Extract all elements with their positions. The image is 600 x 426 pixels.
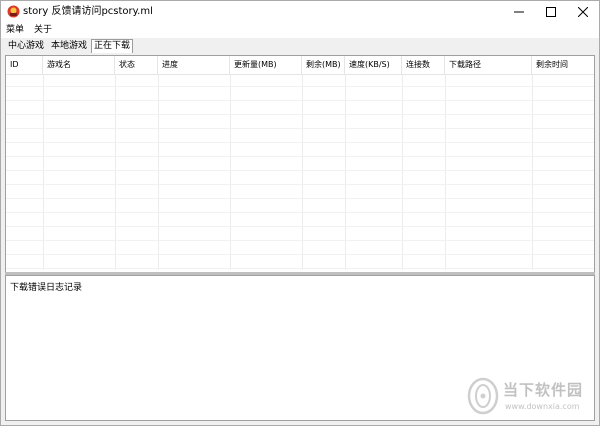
grid-row-divider	[6, 170, 594, 171]
watermark-text: 当下软件园	[503, 381, 584, 399]
minimize-button[interactable]	[503, 1, 535, 23]
grid-row-divider	[6, 86, 594, 87]
column-header-progress[interactable]: 进度	[158, 56, 230, 74]
maximize-icon	[546, 7, 556, 17]
menu-item-menu[interactable]: 菜单	[6, 23, 24, 38]
grid-row-divider	[6, 114, 594, 115]
column-header-remaining-mb[interactable]: 剩余(MB)	[302, 56, 345, 74]
column-header-update-size[interactable]: 更新量(MB)	[230, 56, 302, 74]
window-title: story 反馈请访问pcstory.ml	[23, 6, 153, 17]
grid-row-divider	[6, 240, 594, 241]
tab-local-games[interactable]: 本地游戏	[49, 40, 89, 53]
grid-row-divider	[6, 212, 594, 213]
app-logo-icon	[7, 5, 20, 18]
grid-row-divider	[6, 156, 594, 157]
title-bar: story 反馈请访问pcstory.ml	[1, 1, 599, 23]
grid-row-divider	[6, 128, 594, 129]
tab-center-games[interactable]: 中心游戏	[6, 40, 46, 53]
download-table[interactable]: ID 游戏名 状态 进度 更新量(MB) 剩余(MB) 速度(KB/S) 连接数…	[5, 55, 595, 273]
menu-bar: 菜单 关于	[1, 23, 599, 38]
tab-strip: 中心游戏 本地游戏 正在下载	[1, 38, 599, 55]
grid-row-divider	[6, 198, 594, 199]
column-header-remaining-time[interactable]: 剩余时间	[532, 56, 594, 74]
minimize-icon	[514, 7, 524, 17]
tab-downloading[interactable]: 正在下载	[91, 39, 134, 53]
grid-row-divider	[6, 100, 594, 101]
close-icon	[578, 7, 588, 17]
column-header-connections[interactable]: 连接数	[402, 56, 445, 74]
column-header-game-name[interactable]: 游戏名	[43, 56, 115, 74]
grid-row-divider	[6, 268, 594, 269]
column-header-speed[interactable]: 速度(KB/S)	[345, 56, 402, 74]
menu-item-about[interactable]: 关于	[34, 23, 52, 38]
grid-row-divider	[6, 142, 594, 143]
watermark-logo-icon	[467, 377, 499, 418]
grid-row-divider	[6, 226, 594, 227]
app-window: story 反馈请访问pcstory.ml 菜单 关于 中心游戏 本地游戏 正在…	[0, 0, 600, 426]
watermark: 当下软件园 www.downxia.com	[467, 377, 589, 417]
maximize-button[interactable]	[535, 1, 567, 23]
table-header: ID 游戏名 状态 进度 更新量(MB) 剩余(MB) 速度(KB/S) 连接数…	[6, 56, 594, 75]
column-header-id[interactable]: ID	[6, 56, 43, 74]
error-log-title: 下载错误日志记录	[10, 283, 83, 293]
watermark-url: www.downxia.com	[505, 402, 580, 411]
column-header-status[interactable]: 状态	[115, 56, 158, 74]
close-button[interactable]	[567, 1, 599, 23]
grid-row-divider	[6, 254, 594, 255]
column-header-download-path[interactable]: 下载路径	[445, 56, 532, 74]
grid-row-divider	[6, 184, 594, 185]
